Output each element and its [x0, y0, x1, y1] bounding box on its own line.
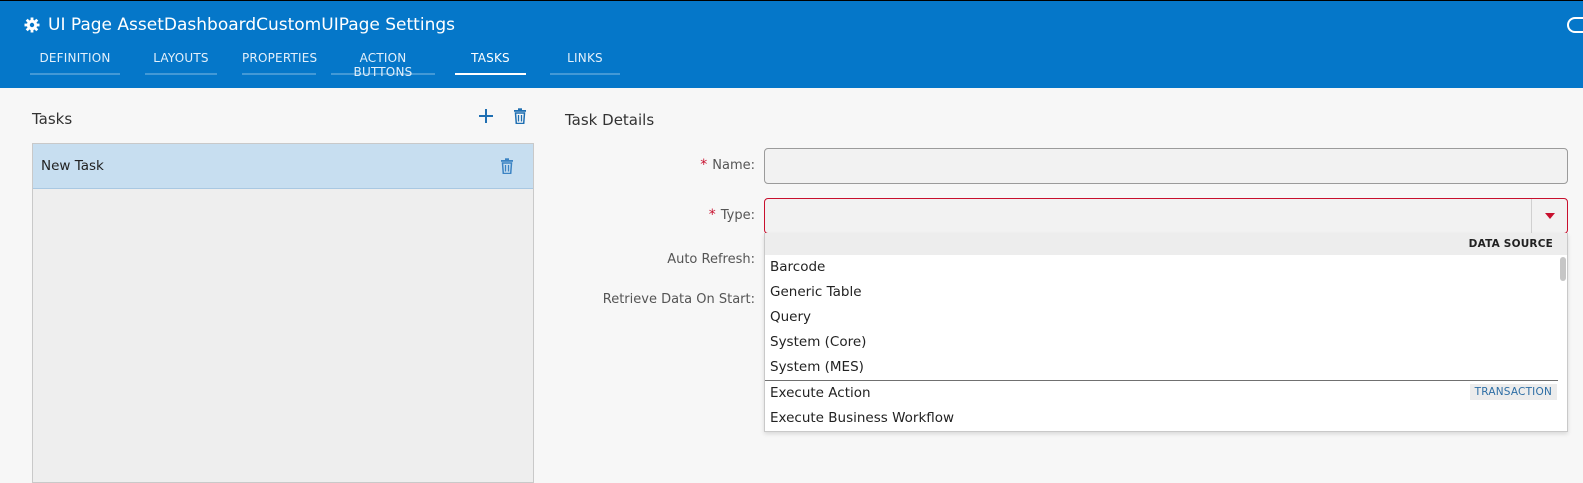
option-execute-action[interactable]: Execute Action — [765, 381, 1567, 406]
required-marker: * — [700, 157, 708, 173]
plus-icon[interactable] — [476, 106, 496, 126]
option-barcode[interactable]: Barcode — [765, 255, 1567, 280]
name-field[interactable] — [764, 148, 1568, 184]
option-query[interactable]: Query — [765, 305, 1567, 330]
task-details-title: Task Details — [565, 111, 655, 129]
dropdown-scrollbar[interactable] — [1558, 255, 1567, 432]
trash-icon[interactable] — [497, 156, 517, 176]
task-list: New Task — [32, 143, 534, 483]
option-generic-table[interactable]: Generic Table — [765, 280, 1567, 305]
page-title: UI Page AssetDashboardCustomUIPage Setti… — [48, 15, 455, 35]
gear-icon — [24, 17, 40, 33]
tab-definition[interactable]: DEFINITION — [30, 51, 120, 75]
tab-layouts[interactable]: LAYOUTS — [145, 51, 217, 75]
task-item-label: New Task — [41, 158, 104, 174]
tab-tasks[interactable]: TASKS — [455, 51, 526, 75]
tasks-toolbar — [476, 106, 530, 126]
tab-links[interactable]: LINKS — [550, 51, 620, 75]
scrollbar-thumb[interactable] — [1560, 257, 1566, 281]
type-dropdown-list: DATA SOURCE Barcode Generic Table Query … — [764, 233, 1568, 432]
retrieve-data-label: Retrieve Data On Start: — [602, 292, 755, 307]
tasks-panel-title: Tasks — [32, 110, 73, 128]
dropdown-toggle-button[interactable] — [1531, 199, 1567, 233]
tab-bar: DEFINITION LAYOUTS PROPERTIES ACTION BUT… — [30, 51, 620, 79]
group-badge-transaction: TRANSACTION — [1469, 384, 1557, 400]
window-title-bar: UI Page AssetDashboardCustomUIPage Setti… — [24, 15, 455, 35]
list-item[interactable]: New Task — [33, 144, 533, 189]
trash-icon[interactable] — [510, 106, 530, 126]
option-system-core[interactable]: System (Core) — [765, 330, 1567, 355]
option-system-mes[interactable]: System (MES) — [765, 355, 1567, 380]
type-label-text: Type: — [720, 208, 755, 223]
auto-refresh-label: Auto Refresh: — [667, 252, 755, 267]
tab-properties[interactable]: PROPERTIES — [242, 51, 317, 75]
required-marker: * — [708, 207, 716, 223]
name-label: * Name: — [660, 157, 755, 173]
name-label-text: Name: — [712, 158, 755, 173]
page-header: UI Page AssetDashboardCustomUIPage Setti… — [0, 0, 1583, 88]
group-header-data-source: DATA SOURCE — [765, 233, 1567, 255]
tab-action-buttons[interactable]: ACTION BUTTONS — [331, 51, 435, 79]
group-divider — [765, 380, 1558, 381]
option-execute-business-workflow[interactable]: Execute Business Workflow — [765, 406, 1567, 431]
search-icon[interactable] — [1567, 17, 1583, 33]
chevron-down-icon — [1544, 213, 1555, 219]
type-label: * Type: — [660, 207, 755, 223]
type-select[interactable] — [764, 198, 1568, 234]
